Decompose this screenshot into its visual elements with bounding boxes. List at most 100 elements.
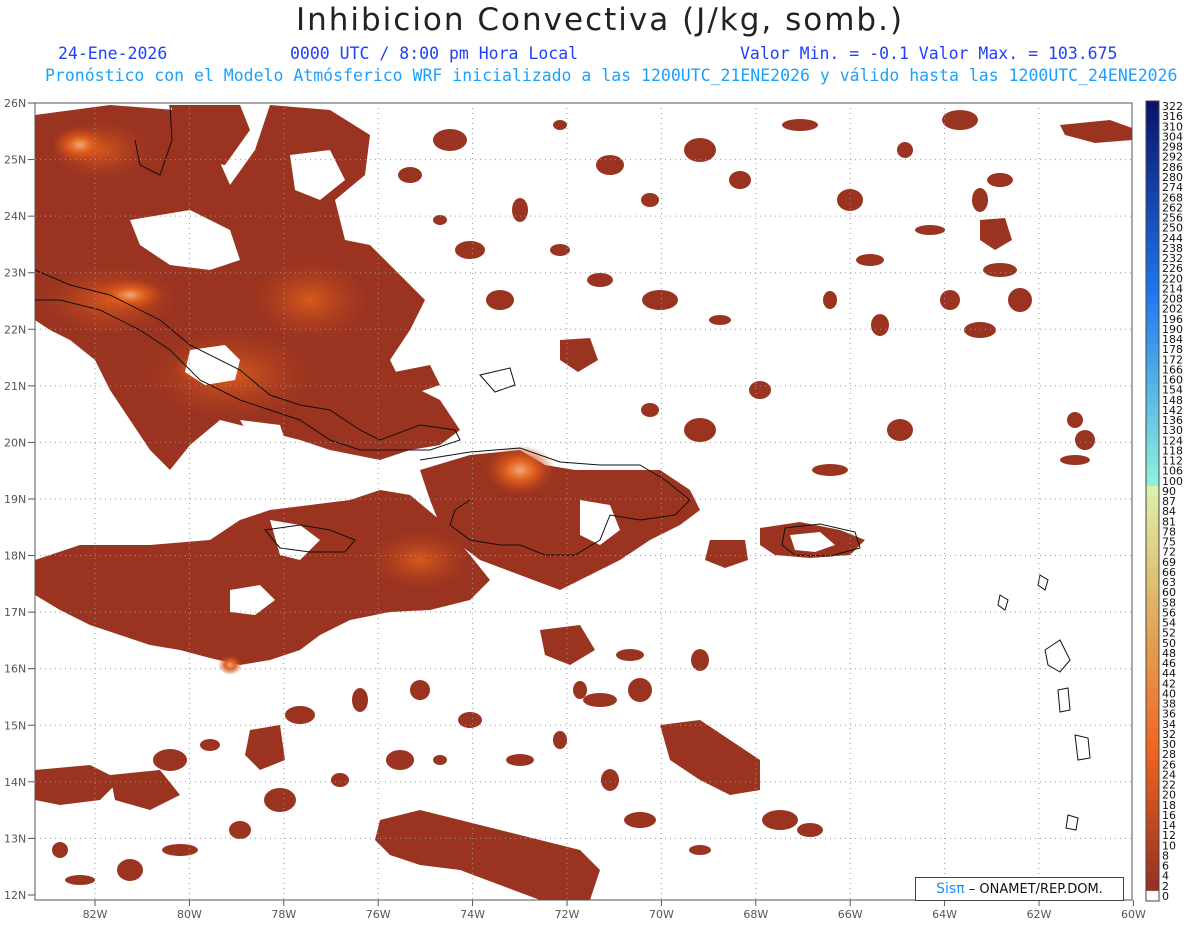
field-patch [684, 418, 716, 442]
lat-label: 23N [4, 267, 26, 280]
credit-text: – ONAMET/REP.DOM. [968, 882, 1103, 897]
colorbar-swatch [1146, 759, 1159, 770]
colorbar-swatch [1146, 657, 1159, 669]
field-patch [856, 254, 884, 266]
field-patch [762, 810, 798, 830]
colorbar-swatch [1146, 789, 1159, 801]
field-patch [983, 263, 1017, 277]
colorbar-swatch [1146, 890, 1159, 902]
lat-label: 14N [4, 776, 26, 789]
colorbar-swatch [1146, 840, 1159, 851]
lat-label: 13N [4, 832, 26, 845]
colorbar-swatch [1146, 101, 1159, 112]
field-patch [386, 750, 414, 770]
field-patch [283, 603, 317, 617]
colorbar-swatch [1146, 779, 1159, 790]
lon-label: 62W [1027, 908, 1052, 921]
field-patch [573, 681, 587, 699]
sis-logo-text: Sisπ [936, 881, 965, 897]
colorbar: 3223163103042982922862802742682622562502… [1145, 100, 1183, 903]
lon-label: 64W [932, 908, 957, 921]
colorbar-swatch [1146, 647, 1159, 659]
colorbar-swatch [1146, 728, 1159, 740]
lon-label: 80W [177, 908, 202, 921]
field-patch [200, 739, 220, 751]
field-patch [972, 188, 988, 212]
colorbar-swatch [1146, 627, 1159, 639]
colorbar-swatch [1146, 455, 1159, 466]
field-patch [587, 273, 613, 287]
field-patch [915, 225, 945, 235]
field-patch [837, 189, 863, 211]
colorbar-swatch [1146, 809, 1159, 821]
colorbar-swatch [1146, 698, 1159, 709]
colorbar-swatch [1146, 799, 1159, 811]
field-patch [812, 464, 848, 476]
colorbar-swatch [1146, 536, 1159, 547]
colorbar-swatch [1146, 718, 1159, 730]
field-patch [52, 842, 68, 858]
field-patch [153, 749, 187, 771]
colorbar-swatch [1146, 678, 1159, 689]
colorbar-swatch [1146, 485, 1159, 497]
colorbar-swatch [1146, 465, 1159, 476]
colorbar-swatch [1146, 556, 1159, 568]
field-patch [455, 241, 485, 259]
field-patch [641, 403, 659, 417]
field-patch [410, 680, 430, 700]
colorbar-swatch [1146, 526, 1159, 537]
colorbar-swatch [1146, 212, 1159, 223]
lon-label: 82W [83, 908, 108, 921]
field-patch [987, 173, 1013, 187]
colorbar-swatch [1146, 425, 1159, 436]
colorbar-swatch [1146, 111, 1159, 122]
colorbar-swatch [1146, 637, 1159, 649]
colorbar-swatch [1146, 850, 1159, 861]
colorbar-swatch [1146, 587, 1159, 598]
field-patch [583, 693, 617, 707]
colorbar-swatch [1146, 384, 1159, 395]
field-patch [628, 678, 652, 702]
field-patch [940, 290, 960, 310]
lon-label: 74W [460, 908, 485, 921]
field-patch [689, 845, 711, 855]
colorbar-swatch [1146, 364, 1159, 375]
colorbar-swatch [1146, 273, 1159, 284]
field-patch [887, 419, 913, 441]
colorbar-swatch [1146, 354, 1159, 365]
forecast-map: 26N 25N 24N 23N 22N 21N 20N 19N 18N 17N 16N 15N 14N 1… [4, 97, 1183, 921]
colorbar-swatch [1146, 607, 1159, 618]
field-patch [429, 595, 451, 605]
colorbar-swatch [1146, 749, 1159, 760]
lat-label: 16N [4, 663, 26, 676]
field-patch [331, 773, 349, 787]
field-patch [433, 755, 447, 765]
colorbar-swatch [1146, 435, 1159, 446]
colorbar-swatch [1146, 232, 1159, 244]
field-patch [550, 244, 570, 256]
colorbar-swatch [1146, 293, 1159, 304]
field-patch [871, 314, 889, 336]
colorbar-swatch [1146, 688, 1159, 699]
lon-label: 66W [838, 908, 863, 921]
field-patch [506, 754, 534, 766]
field-patch [596, 155, 624, 175]
colorbar-swatch [1146, 576, 1159, 588]
field-patch [1067, 412, 1083, 428]
field-patch [942, 110, 978, 130]
colorbar-swatch [1146, 283, 1159, 294]
colorbar-label: 0 [1162, 890, 1169, 903]
colorbar-swatch [1146, 303, 1159, 314]
field-patch [553, 731, 567, 749]
field-patch [823, 291, 837, 309]
colorbar-swatch [1146, 445, 1159, 456]
lon-label: 68W [743, 908, 768, 921]
lat-label: 22N [4, 323, 26, 336]
colorbar-swatch [1146, 516, 1159, 527]
colorbar-swatch [1146, 182, 1159, 193]
colorbar-swatch [1146, 344, 1159, 355]
lat-label: 25N [4, 154, 26, 167]
colorbar-swatch [1146, 819, 1159, 831]
field-patch [601, 769, 619, 791]
field-patch [229, 821, 251, 839]
